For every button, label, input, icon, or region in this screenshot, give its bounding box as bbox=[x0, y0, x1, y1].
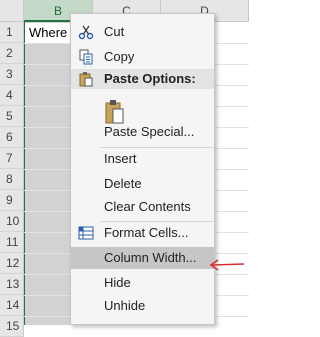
format-cells-icon bbox=[78, 226, 94, 240]
row-header[interactable]: 12 bbox=[0, 253, 24, 274]
menu-label: Clear Contents bbox=[104, 199, 191, 214]
row-header[interactable]: 7 bbox=[0, 148, 24, 169]
menu-label: Cut bbox=[104, 24, 125, 39]
menu-item-delete[interactable]: Delete bbox=[71, 173, 214, 195]
menu-label: Format Cells... bbox=[104, 225, 189, 240]
menu-item-column-width[interactable]: Column Width... bbox=[71, 247, 214, 269]
row-header[interactable]: 13 bbox=[0, 274, 24, 295]
menu-label: Paste Options: bbox=[104, 71, 196, 86]
menu-label: Unhide bbox=[104, 298, 146, 313]
select-all-corner[interactable] bbox=[0, 0, 24, 22]
menu-item-paste-special[interactable]: Paste Special... bbox=[71, 121, 214, 143]
menu-label: Paste Special... bbox=[104, 124, 195, 139]
menu-label: Delete bbox=[104, 176, 142, 191]
row-header[interactable]: 6 bbox=[0, 127, 24, 148]
menu-label: Copy bbox=[104, 49, 135, 64]
row-header[interactable]: 15 bbox=[0, 316, 24, 337]
paste-icon bbox=[79, 72, 93, 87]
row-header[interactable]: 14 bbox=[0, 295, 24, 316]
row-header[interactable]: 3 bbox=[0, 64, 24, 85]
row-header[interactable]: 8 bbox=[0, 169, 24, 190]
menu-item-copy[interactable]: Copy bbox=[71, 46, 214, 68]
menu-item-unhide[interactable]: Unhide bbox=[71, 295, 214, 317]
row-header[interactable]: 4 bbox=[0, 85, 24, 106]
row-header[interactable]: 2 bbox=[0, 43, 24, 64]
scissors-icon bbox=[78, 25, 94, 40]
row-header[interactable]: 10 bbox=[0, 211, 24, 232]
menu-item-cut[interactable]: Cut bbox=[71, 21, 214, 43]
row-header[interactable]: 1 bbox=[0, 22, 24, 43]
menu-label: Column Width... bbox=[104, 250, 197, 265]
menu-item-clear-contents[interactable]: Clear Contents bbox=[71, 196, 214, 218]
menu-item-format-cells[interactable]: Format Cells... bbox=[71, 222, 214, 244]
copy-icon bbox=[79, 49, 93, 65]
menu-item-insert[interactable]: Insert bbox=[71, 148, 214, 170]
row-header[interactable]: 11 bbox=[0, 232, 24, 253]
menu-label: Insert bbox=[104, 151, 137, 166]
annotation-arrow-icon bbox=[209, 259, 245, 271]
row-header[interactable]: 5 bbox=[0, 106, 24, 127]
row-header[interactable]: 9 bbox=[0, 190, 24, 211]
paste-options-header: Paste Options: bbox=[71, 69, 214, 89]
menu-label: Hide bbox=[104, 275, 131, 290]
menu-item-hide[interactable]: Hide bbox=[71, 272, 214, 294]
context-menu: Cut Copy Paste Options: Paste Special...… bbox=[70, 13, 215, 325]
